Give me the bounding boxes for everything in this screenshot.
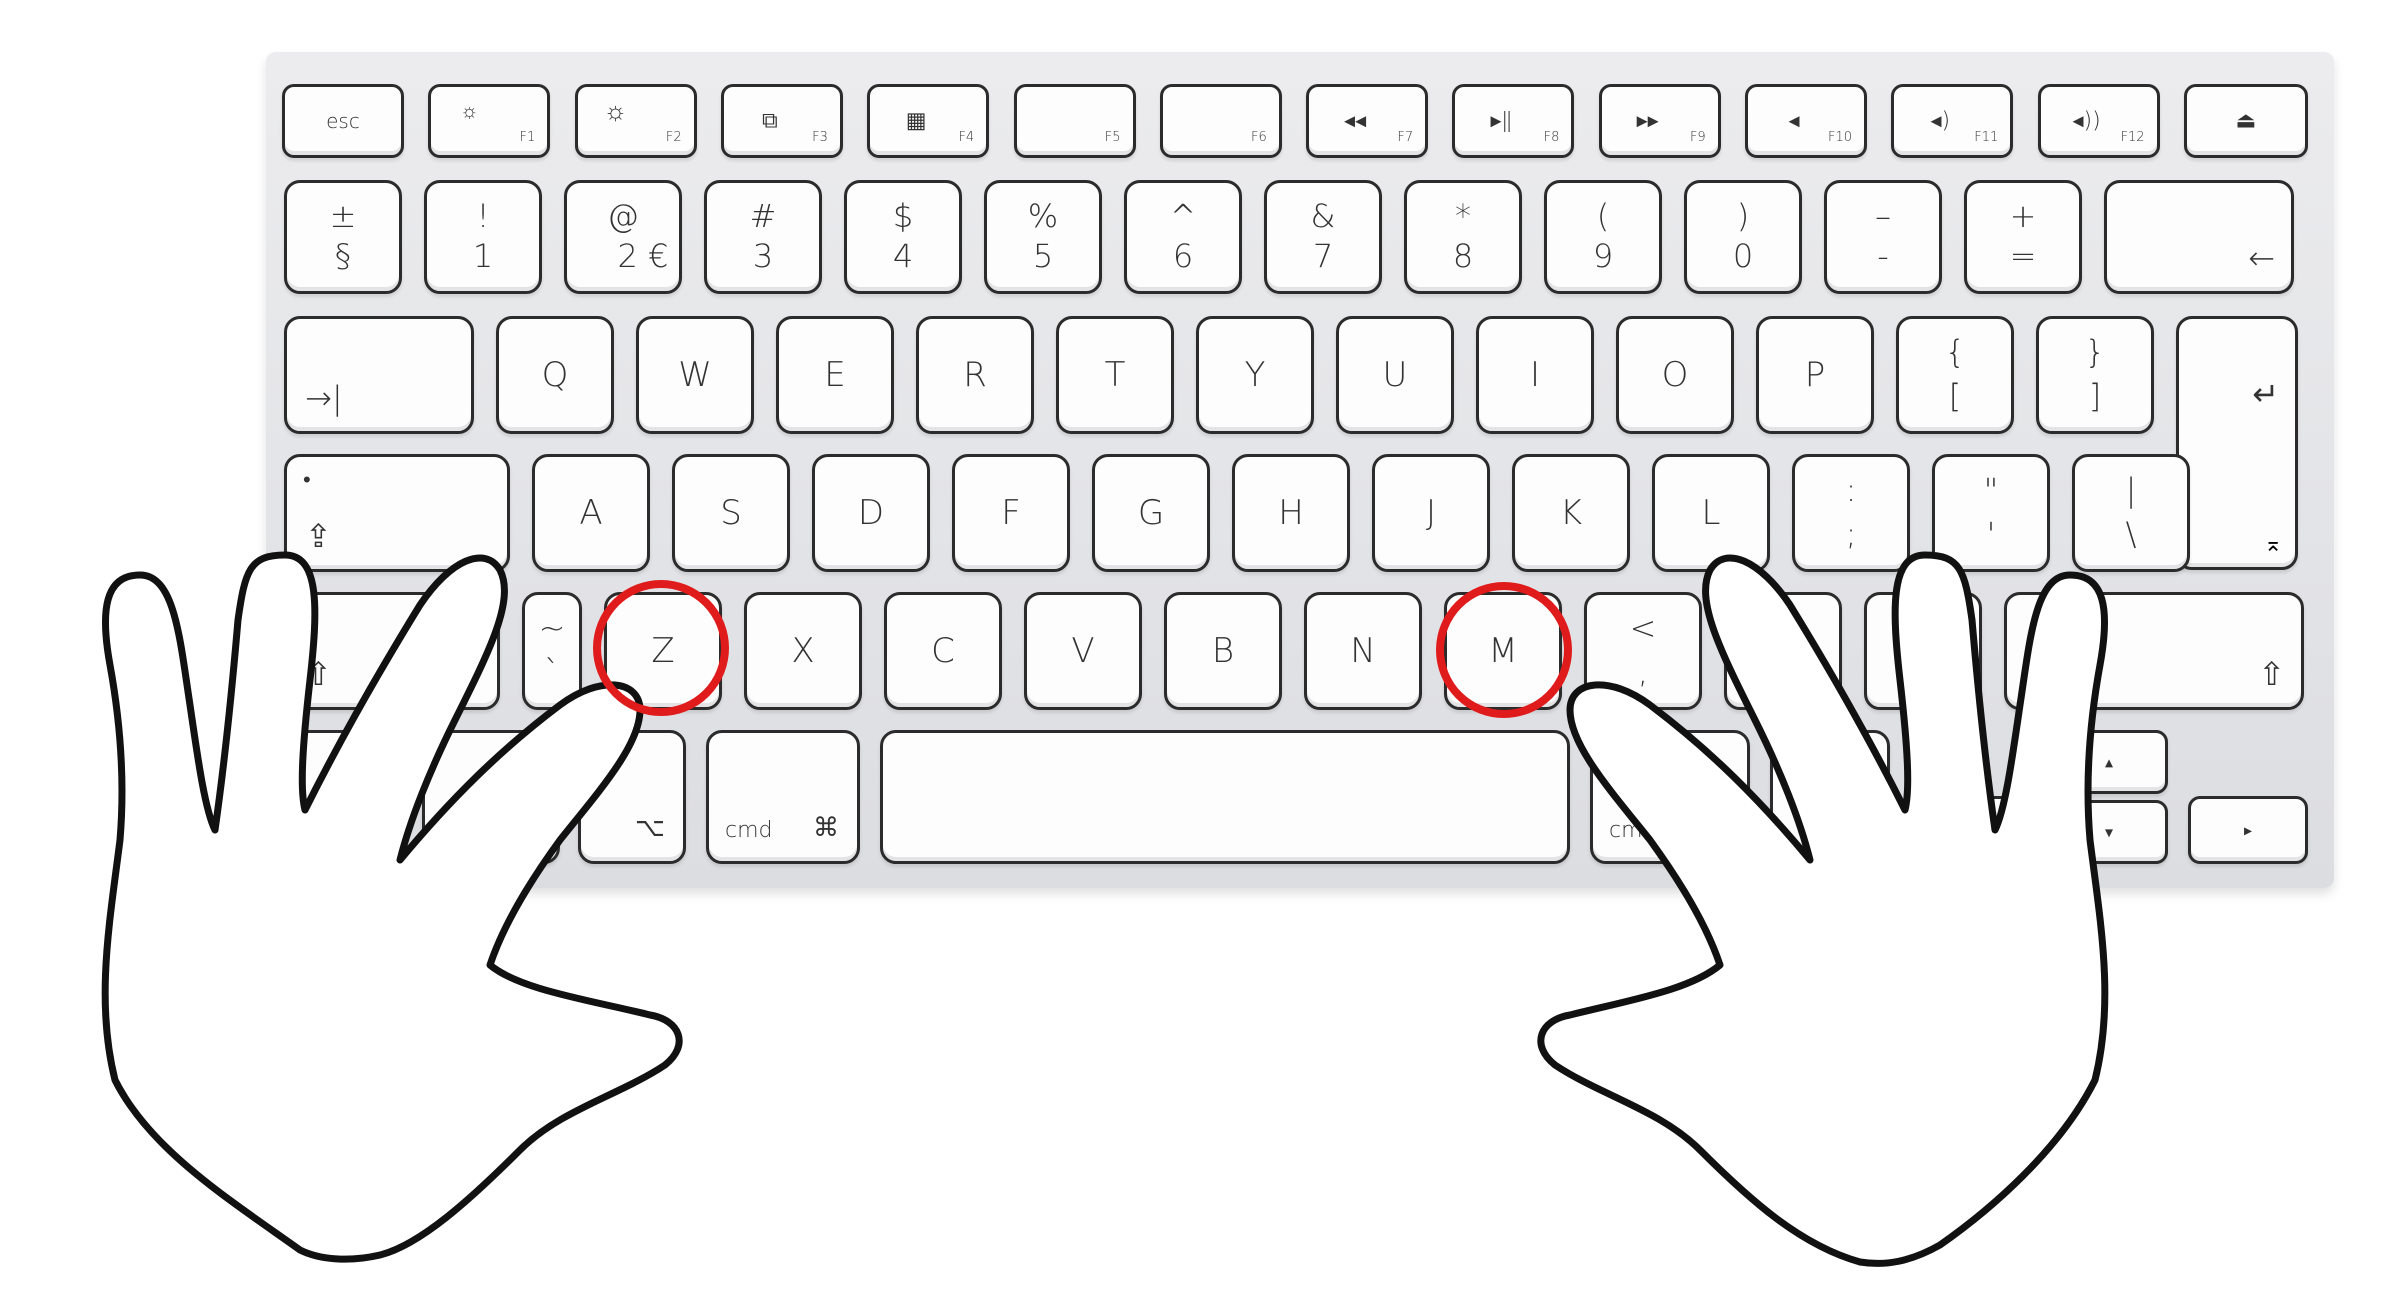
highlight-circle-m xyxy=(1436,582,1572,718)
keyboard-hands-diagram: esc ☼ F1 ☼ F2 ⧉ F3 ▦ F4 F5 F6 ◂◂ F7 ▸ǁ F8 ▸▸ F9 ◂ F10 ◂) F11… xyxy=(0,0,2400,1290)
highlight-circle-z xyxy=(593,580,729,716)
highlight-layer xyxy=(593,580,1572,718)
